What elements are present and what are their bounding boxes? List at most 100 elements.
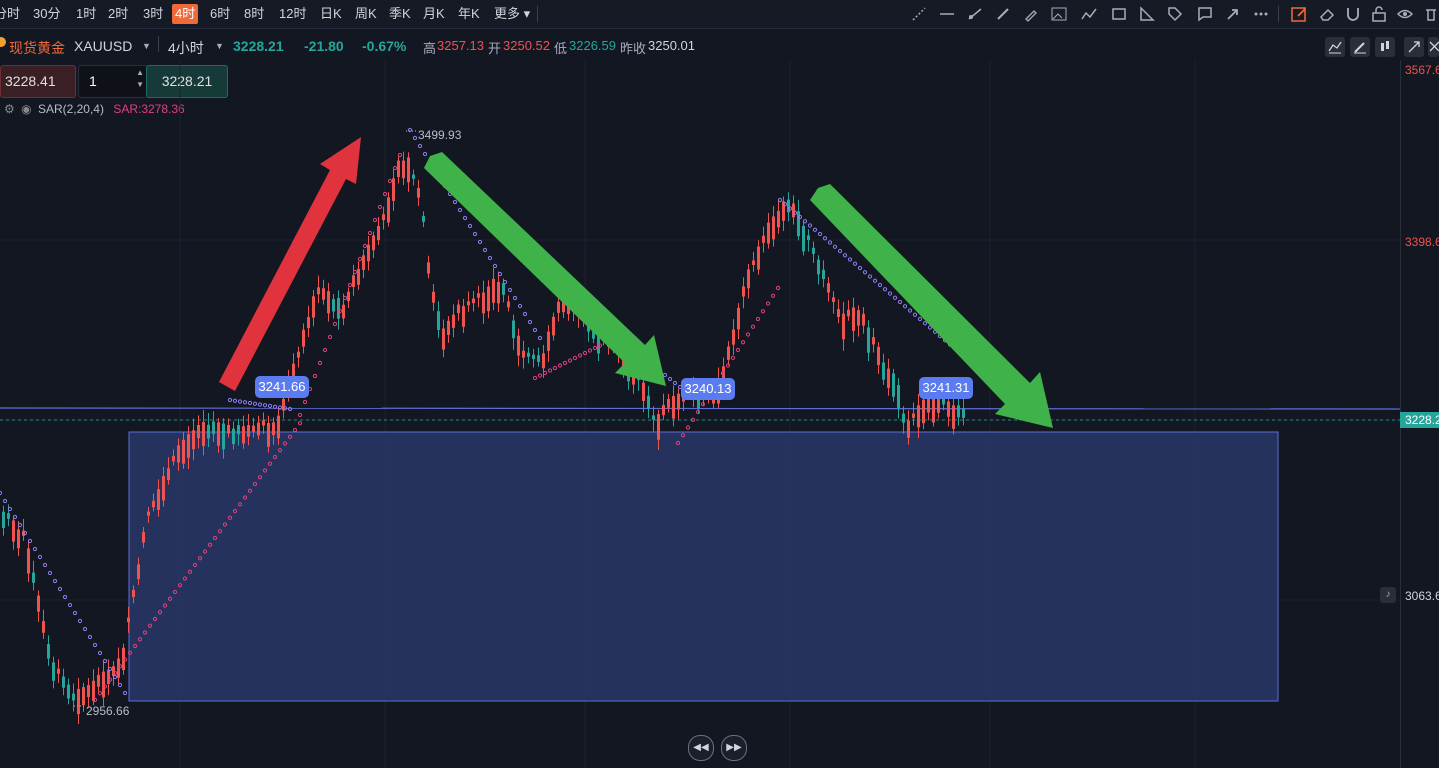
- sar-dot: [587, 348, 593, 353]
- alert-bell-icon[interactable]: ♪: [1380, 587, 1396, 603]
- price-bubble-right[interactable]: 3241.31: [919, 377, 973, 399]
- timeframe-14[interactable]: 更多 ▾: [494, 4, 530, 24]
- sar-dot: [557, 363, 563, 368]
- timeframe-5[interactable]: 4时: [172, 4, 199, 24]
- sar-dot: [542, 370, 548, 376]
- sar-dot: [317, 360, 323, 366]
- next-icon[interactable]: ▶▶: [721, 735, 747, 761]
- sar-dot: [327, 334, 333, 340]
- sar-dot: [522, 311, 528, 317]
- brush-icon[interactable]: [1022, 5, 1040, 23]
- sar-dot: [332, 321, 338, 327]
- candle-body: [752, 260, 755, 265]
- arrow-icon[interactable]: [1224, 5, 1242, 23]
- price-bubble-left[interactable]: 3241.66: [255, 376, 309, 398]
- previous-icon[interactable]: ◀◀: [688, 735, 714, 761]
- sar-dot: [82, 626, 88, 632]
- sar-dot: [422, 151, 428, 157]
- candle-body: [107, 669, 110, 684]
- rectangle-icon[interactable]: [1110, 5, 1128, 23]
- sar-dot: [857, 265, 863, 271]
- candle-body: [652, 415, 655, 420]
- eye-icon[interactable]: [1396, 5, 1414, 23]
- high-label: 高: [423, 41, 437, 56]
- symbol-chevron-down-icon[interactable]: ▼: [142, 41, 151, 51]
- magnet-icon[interactable]: [1344, 5, 1362, 23]
- triangle-icon[interactable]: [1138, 5, 1156, 23]
- comment-icon[interactable]: [1196, 5, 1214, 23]
- candle-type-icon[interactable]: [1375, 37, 1395, 57]
- eraser-icon[interactable]: [1318, 5, 1336, 23]
- candle-body: [867, 327, 870, 353]
- timeframe-7[interactable]: 8时: [244, 4, 264, 24]
- lock-icon[interactable]: [1370, 5, 1388, 23]
- edit-icon[interactable]: [1290, 5, 1308, 23]
- sar-dot: [685, 425, 691, 430]
- price-chart[interactable]: 3499.93 2956.66: [0, 60, 1439, 768]
- sar-dot: [735, 347, 741, 353]
- sar-dot: [387, 178, 393, 184]
- timeframe-6[interactable]: 6时: [210, 4, 230, 24]
- candle-body: [742, 286, 745, 297]
- sar-dot: [862, 270, 868, 275]
- horizontal-line-icon[interactable]: [938, 5, 956, 23]
- image-icon[interactable]: [1050, 5, 1068, 23]
- sar-dot: [740, 340, 746, 345]
- price-bubble-mid[interactable]: 3240.13: [681, 378, 735, 400]
- candle-body: [887, 368, 890, 388]
- timeframe-2[interactable]: 1时: [76, 4, 96, 24]
- timeframe-1[interactable]: 30分: [33, 4, 60, 24]
- candle-body: [47, 644, 50, 659]
- candle-body: [227, 424, 230, 434]
- timeframe-8[interactable]: 12时: [279, 4, 306, 24]
- sar-dot: [482, 247, 488, 253]
- low-label: 低: [554, 41, 568, 56]
- sar-dot: [367, 230, 373, 236]
- sar-dot: [67, 602, 73, 608]
- ray-icon[interactable]: [966, 5, 984, 23]
- timeframe-9[interactable]: 日K: [320, 4, 342, 24]
- timeframe-13[interactable]: 年K: [458, 4, 480, 24]
- symbol-info-bar: 现货黄金 XAUUSD ▼ 4小时 ▼ 3228.21 -21.80 -0.67…: [0, 30, 1439, 60]
- timeframe-3[interactable]: 2时: [108, 4, 128, 24]
- timeframe-11[interactable]: 季K: [389, 4, 411, 24]
- sar-dot: [592, 345, 598, 351]
- candle-body: [237, 425, 240, 435]
- timeframe-12[interactable]: 月K: [423, 4, 445, 24]
- pen-icon[interactable]: [994, 5, 1012, 23]
- candle-body: [852, 307, 855, 331]
- candle-body: [372, 235, 375, 251]
- tag-icon[interactable]: [1166, 5, 1184, 23]
- candle-body: [882, 362, 885, 380]
- candle-body: [62, 676, 65, 688]
- expand-icon[interactable]: [1404, 37, 1424, 57]
- symbol-name[interactable]: 现货黄金: [9, 38, 65, 58]
- interval-label[interactable]: 4小时: [168, 38, 204, 58]
- close-icon[interactable]: [1428, 37, 1439, 57]
- candle-body: [357, 268, 360, 285]
- sar-dot: [777, 197, 783, 203]
- candle-body: [772, 216, 775, 240]
- timeframe-10[interactable]: 周K: [355, 4, 377, 24]
- polyline-icon[interactable]: [1080, 5, 1098, 23]
- timeframe-4[interactable]: 3时: [143, 4, 163, 24]
- draw-pen-icon[interactable]: [1350, 37, 1370, 57]
- interval-chevron-down-icon[interactable]: ▼: [215, 41, 224, 51]
- sar-dot: [877, 282, 883, 288]
- symbol-code[interactable]: XAUUSD: [74, 38, 132, 54]
- candle-body: [382, 214, 385, 221]
- timeframe-0[interactable]: 分时: [0, 4, 20, 24]
- sar-dot: [377, 204, 383, 210]
- indicator-icon[interactable]: [1325, 37, 1345, 57]
- sar-dot: [517, 303, 523, 309]
- candle-body: [312, 296, 315, 318]
- delete-icon[interactable]: [1422, 5, 1439, 23]
- trend-line-icon[interactable]: [910, 5, 928, 23]
- candle-body: [487, 286, 490, 312]
- candle-body: [932, 398, 935, 423]
- sar-dot: [532, 327, 538, 333]
- more-tools-icon[interactable]: [1252, 5, 1270, 23]
- candle-body: [352, 275, 355, 287]
- candle-body: [197, 425, 200, 439]
- sar-dot: [312, 373, 318, 379]
